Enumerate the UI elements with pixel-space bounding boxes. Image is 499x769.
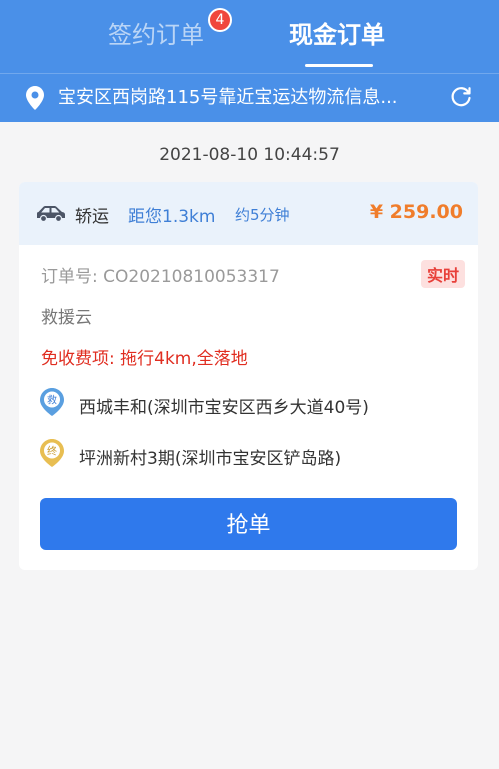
svg-text:终: 终: [47, 445, 57, 458]
tab-contract-orders[interactable]: 签约订单: [108, 18, 204, 52]
eta-text: 约5分钟: [235, 206, 290, 224]
realtime-tag: 实时: [420, 260, 465, 288]
contract-orders-badge: 4: [208, 8, 232, 32]
service-type: 轿运: [75, 207, 109, 227]
order-card: 轿运 距您1.3km 约5分钟 ¥ 259.00 订单号: CO20210810…: [19, 182, 478, 570]
destination-pin-icon: 终: [40, 439, 64, 467]
rescue-location-pin-icon: 救: [40, 388, 64, 416]
order-number: 订单号: CO20210810053317: [41, 267, 280, 287]
tab-cash-orders[interactable]: 现金订单: [289, 18, 385, 52]
order-tabs: 签约订单 4 现金订单: [0, 0, 499, 67]
order-price: ¥ 259.00: [369, 201, 463, 223]
origin-address: 西城丰和(深圳市宝安区西乡大道40号): [79, 398, 369, 418]
order-timestamp: 2021-08-10 10:44:57: [159, 145, 340, 165]
current-location-text: 宝安区西岗路115号靠近宝运达物流信息...: [58, 87, 398, 108]
distance-text: 距您1.3km: [128, 207, 216, 227]
car-icon: [37, 206, 65, 222]
company-name: 救援云: [41, 308, 92, 328]
free-items-text: 免收费项: 拖行4km,全落地: [41, 349, 248, 369]
active-tab-indicator: [305, 64, 373, 67]
location-bar[interactable]: 宝安区西岗路115号靠近宝运达物流信息...: [0, 74, 499, 122]
svg-text:救: 救: [47, 394, 57, 407]
order-card-header: 轿运 距您1.3km 约5分钟 ¥ 259.00: [19, 182, 478, 245]
top-bar: 签约订单 4 现金订单 宝安区西岗路115号靠近宝运达物流信息...: [0, 0, 499, 122]
refresh-icon[interactable]: [449, 85, 473, 109]
destination-address: 坪洲新村3期(深圳市宝安区铲岛路): [79, 449, 342, 469]
location-pin-icon: [26, 86, 44, 110]
grab-order-button[interactable]: 抢单: [40, 498, 457, 550]
